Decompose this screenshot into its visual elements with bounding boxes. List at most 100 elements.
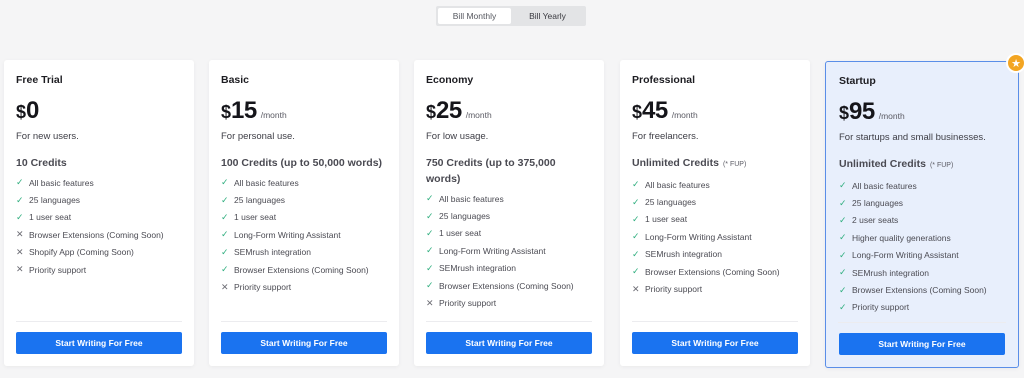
feature-item: ✓ 25 languages (221, 191, 387, 208)
feature-item: ✕ Shopify App (Coming Soon) (16, 244, 182, 261)
plan-card-basic: Basic $ 15 /month For personal use. 100 C… (209, 60, 399, 366)
start-writing-button[interactable]: Start Writing For Free (16, 332, 182, 354)
price-row: $ 25 /month (426, 97, 592, 125)
start-writing-button[interactable]: Start Writing For Free (632, 332, 798, 354)
feature-text: Long-Form Writing Assistant (234, 229, 341, 240)
start-writing-button[interactable]: Start Writing For Free (839, 333, 1005, 355)
feature-text: Browser Extensions (Coming Soon) (439, 280, 574, 291)
feature-item: ✓ All basic features (632, 176, 798, 193)
card-divider (16, 321, 182, 322)
feature-item: ✕ Browser Extensions (Coming Soon) (16, 226, 182, 243)
price-amount: 25 (436, 97, 462, 124)
feature-item: ✓ Higher quality generations (839, 229, 1005, 246)
plan-card-professional: Professional $ 45 /month For freelancers… (620, 60, 810, 366)
credits-label: Unlimited Credits (839, 158, 926, 170)
feature-item: ✓ 25 languages (426, 207, 592, 224)
feature-text: 2 user seats (852, 215, 899, 226)
plan-description: For personal use. (221, 131, 295, 142)
check-icon: ✓ (632, 179, 640, 190)
price-amount: 0 (26, 97, 39, 124)
plan-credits: 750 Credits (up to 375,000 words) (426, 155, 592, 187)
card-divider (221, 321, 387, 322)
check-icon: ✓ (16, 194, 24, 205)
feature-list: ✓ All basic features ✓ 25 languages ✓ 1 … (426, 190, 592, 312)
feature-text: SEMrush integration (439, 263, 517, 274)
plan-description: For low usage. (426, 131, 489, 142)
feature-text: Browser Extensions (Coming Soon) (29, 229, 164, 240)
feature-text: 1 user seat (439, 228, 482, 239)
feature-text: All basic features (852, 180, 917, 191)
price-amount: 45 (642, 97, 668, 124)
price-row: $ 95 /month (839, 98, 1005, 126)
plan-description: For startups and small businesses. (839, 132, 986, 143)
feature-list: ✓ All basic features ✓ 25 languages ✓ 1 … (632, 176, 798, 298)
check-icon: ✓ (839, 197, 847, 208)
check-icon: ✓ (839, 232, 847, 243)
feature-text: Browser Extensions (Coming Soon) (645, 266, 780, 277)
price-period: /month (671, 110, 698, 120)
check-icon: ✓ (426, 227, 434, 238)
price-currency: $ (839, 103, 850, 123)
feature-text: 25 languages (439, 211, 491, 222)
plan-card-economy: Economy $ 25 /month For low usage. 750 Cr… (414, 60, 604, 366)
check-icon: ✓ (839, 284, 847, 295)
feature-item: ✓ All basic features (16, 174, 182, 191)
feature-text: Long-Form Writing Assistant (645, 231, 752, 242)
cross-icon: ✕ (632, 283, 640, 294)
feature-text: Shopify App (Coming Soon) (29, 247, 134, 258)
check-icon: ✓ (16, 177, 24, 188)
plan-description: For freelancers. (632, 131, 699, 142)
start-writing-button[interactable]: Start Writing For Free (221, 332, 387, 354)
check-icon: ✓ (426, 193, 434, 204)
check-icon: ✓ (221, 229, 229, 240)
feature-text: All basic features (29, 177, 94, 188)
feature-item: ✕ Priority support (221, 278, 387, 295)
feature-item: ✓ SEMrush integration (221, 244, 387, 261)
plan-name: Startup (839, 75, 876, 87)
feature-text: Priority support (645, 284, 703, 295)
plan-credits: 10 Credits (16, 155, 182, 171)
credits-note: (* FUP) (929, 162, 954, 169)
feature-item: ✓ SEMrush integration (426, 260, 592, 277)
feature-item: ✓ 1 user seat (221, 209, 387, 226)
check-icon: ✓ (839, 214, 847, 225)
feature-item: ✓ SEMrush integration (839, 264, 1005, 281)
cross-icon: ✕ (221, 281, 229, 292)
check-icon: ✓ (221, 177, 229, 188)
bill-monthly-option[interactable]: Bill Monthly (438, 8, 511, 24)
feature-item: ✓ Long-Form Writing Assistant (839, 247, 1005, 264)
bill-yearly-option[interactable]: Bill Yearly (511, 8, 584, 24)
plan-credits: Unlimited Credits (* FUP) (632, 155, 798, 173)
price-period: /month (260, 110, 287, 120)
credits-label: 10 Credits (16, 157, 67, 169)
price-currency: $ (632, 102, 643, 122)
feature-item: ✓ All basic features (221, 174, 387, 191)
feature-text: Priority support (234, 282, 292, 293)
check-icon: ✓ (632, 196, 640, 207)
card-divider (426, 321, 592, 322)
feature-text: SEMrush integration (852, 267, 930, 278)
feature-text: 25 languages (645, 197, 697, 208)
feature-item: ✓ Long-Form Writing Assistant (632, 228, 798, 245)
feature-text: Long-Form Writing Assistant (852, 250, 959, 261)
price-period: /month (465, 110, 492, 120)
feature-item: ✓ 1 user seat (632, 211, 798, 228)
start-writing-button[interactable]: Start Writing For Free (426, 332, 592, 354)
plan-name: Basic (221, 74, 250, 86)
check-icon: ✓ (632, 213, 640, 224)
feature-item: ✓ 1 user seat (16, 209, 182, 226)
cross-icon: ✕ (16, 246, 24, 257)
feature-list: ✓ All basic features ✓ 25 languages ✓ 1 … (221, 174, 387, 296)
feature-text: All basic features (439, 193, 504, 204)
feature-text: Browser Extensions (Coming Soon) (234, 264, 369, 275)
credits-label: Unlimited Credits (632, 157, 719, 169)
check-icon: ✓ (16, 211, 24, 222)
feature-item: ✓ Browser Extensions (Coming Soon) (221, 261, 387, 278)
feature-text: 25 languages (29, 195, 81, 206)
feature-text: Higher quality generations (852, 232, 951, 243)
plan-name: Professional (632, 74, 696, 86)
price-currency: $ (426, 102, 437, 122)
feature-text: SEMrush integration (645, 249, 723, 260)
price-currency: $ (16, 102, 27, 122)
feature-item: ✓ 2 user seats (839, 212, 1005, 229)
